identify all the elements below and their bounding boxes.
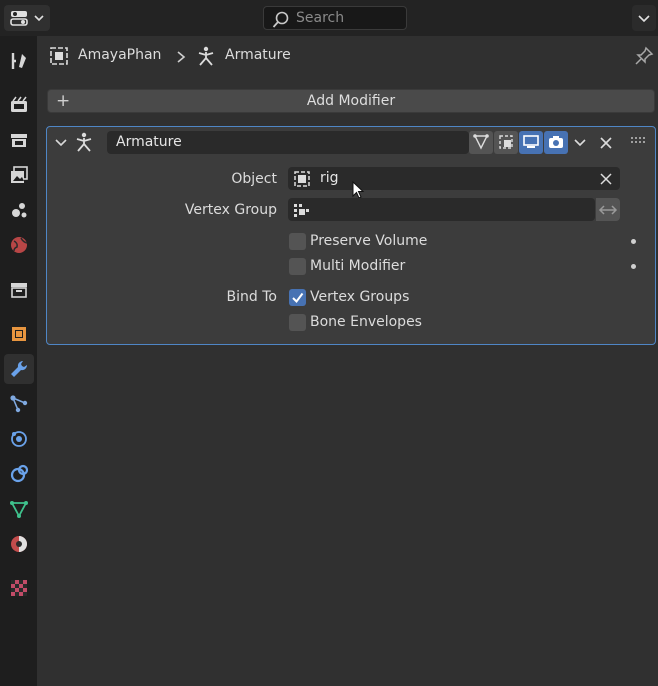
tab-material[interactable] (4, 529, 34, 559)
breadcrumb: AmayaPhan Armature (37, 36, 658, 76)
tab-constraints[interactable] (4, 459, 34, 489)
vertex-groups-label: Vertex Groups (310, 289, 410, 305)
armature-icon (198, 46, 214, 66)
multi-modifier-checkbox[interactable] (289, 258, 306, 275)
bone-envelopes-label: Bone Envelopes (310, 314, 422, 330)
clear-icon[interactable] (599, 172, 613, 186)
constraints-icon (10, 464, 29, 483)
properties-tab-bar (0, 36, 37, 686)
scene-icon (12, 203, 27, 218)
tab-tool[interactable] (4, 46, 34, 76)
camera-icon (549, 136, 563, 148)
checkmark-icon (292, 292, 304, 304)
breadcrumb-data: Armature (225, 47, 291, 63)
texture-icon (11, 580, 27, 596)
search-placeholder: Search (296, 10, 345, 26)
bind-to-label: Bind To (226, 289, 277, 305)
cage-toggle[interactable] (494, 131, 518, 154)
tool-icon (11, 53, 26, 69)
edit-mode-toggle[interactable] (469, 131, 493, 154)
physics-icon (11, 431, 27, 447)
options-dropdown[interactable] (632, 5, 656, 31)
tab-world[interactable] (4, 230, 34, 260)
realtime-toggle[interactable] (519, 131, 543, 154)
bone-envelopes-checkbox[interactable] (289, 314, 306, 331)
view-layer-icon (11, 166, 28, 183)
drag-handle-icon[interactable] (630, 135, 648, 147)
material-icon (11, 536, 27, 552)
tab-physics[interactable] (4, 424, 34, 454)
world-icon (11, 237, 28, 253)
tab-data[interactable] (4, 494, 34, 524)
output-icon (11, 134, 27, 147)
chevron-right-icon (177, 51, 186, 63)
render-icon (11, 96, 27, 112)
editor-type-dropdown[interactable] (4, 5, 50, 31)
invert-vertex-group-toggle[interactable] (596, 198, 620, 221)
modifier-name-text: Armature (116, 134, 182, 150)
pin-icon[interactable] (634, 46, 654, 66)
edit-mode-icon (473, 134, 489, 150)
vertex-group-label: Vertex Group (184, 202, 277, 218)
close-icon[interactable] (598, 135, 614, 151)
breadcrumb-object: AmayaPhan (78, 47, 162, 63)
editor-type-icon (10, 11, 44, 26)
collapse-chevron-icon[interactable] (54, 136, 68, 150)
wrench-icon (11, 360, 28, 377)
multi-modifier-label: Multi Modifier (310, 258, 406, 274)
keyframe-dot[interactable] (631, 264, 636, 269)
tab-particles[interactable] (4, 389, 34, 419)
tab-modifiers[interactable] (4, 354, 34, 384)
tab-collection[interactable] (4, 275, 34, 305)
tab-render[interactable] (4, 90, 34, 120)
add-modifier-label: Add Modifier (306, 93, 396, 109)
tab-scene[interactable] (4, 195, 34, 225)
collection-icon (11, 283, 27, 298)
render-toggle[interactable] (544, 131, 568, 154)
tab-output[interactable] (4, 125, 34, 155)
vertex-group-field[interactable] (288, 198, 595, 221)
object-icon (50, 47, 68, 65)
object-field[interactable]: rig (288, 167, 620, 190)
modifier-name-field[interactable]: Armature (107, 131, 469, 154)
mesh-data-icon (10, 501, 28, 518)
object-value: rig (320, 170, 339, 186)
keyframe-dot[interactable] (631, 239, 636, 244)
vertex-group-icon (294, 204, 309, 217)
monitor-icon (523, 135, 539, 148)
double-arrow-icon (598, 205, 618, 215)
tab-view-layer[interactable] (4, 160, 34, 190)
search-input[interactable]: Search (263, 6, 407, 30)
object-label: Object (231, 171, 277, 187)
object-icon (294, 171, 310, 187)
tab-texture[interactable] (4, 573, 34, 603)
tab-object[interactable] (4, 319, 34, 349)
object-icon (12, 327, 26, 341)
cage-icon (499, 135, 513, 149)
preserve-volume-checkbox[interactable] (289, 233, 306, 250)
preserve-volume-label: Preserve Volume (310, 233, 428, 249)
add-modifier-button[interactable]: + Add Modifier (47, 89, 655, 113)
particles-icon (10, 395, 28, 413)
armature-modifier-icon (76, 132, 92, 152)
vertex-groups-checkbox[interactable] (289, 289, 306, 306)
search-icon (272, 11, 289, 28)
chevron-down-icon (638, 15, 650, 23)
chevron-down-icon[interactable] (572, 135, 588, 151)
